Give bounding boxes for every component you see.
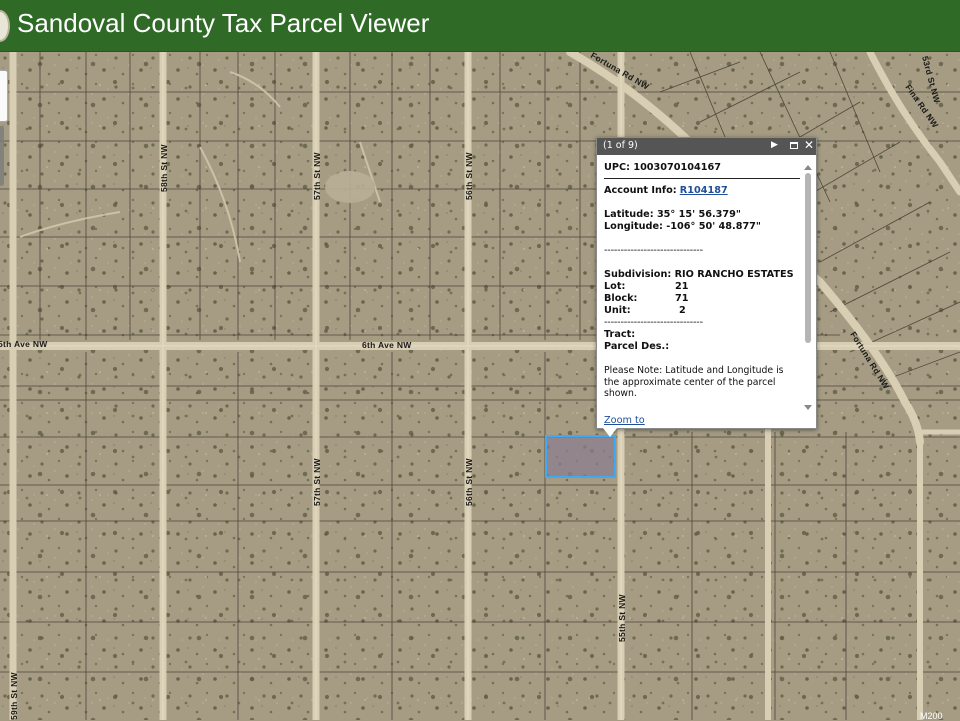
street-label-5th-ave: 5th Ave NW <box>0 339 48 349</box>
scroll-thumb[interactable] <box>805 173 811 343</box>
street-label-59th-st: 59th St NW <box>9 671 19 720</box>
street-label-55th-st: 55th St NW <box>617 593 627 642</box>
lot-label: Lot: <box>604 281 626 292</box>
account-link[interactable]: R104187 <box>680 185 728 196</box>
upc-text: UPC: 1003070104167 <box>604 162 800 179</box>
block-label: Block: <box>604 293 638 304</box>
scroll-up-icon[interactable] <box>804 165 812 170</box>
selected-parcel[interactable] <box>545 435 616 478</box>
street-label-6th-ave: 6th Ave NW <box>362 340 412 350</box>
account-label: Account Info: <box>604 185 677 196</box>
popup-content: UPC: 1003070104167 Account Info: R104187… <box>604 162 800 406</box>
subdivision-text: Subdivision: RIO RANCHO ESTATES <box>604 269 794 280</box>
close-icon[interactable]: ✕ <box>804 138 814 152</box>
app-header: Sandoval County Tax Parcel Viewer <box>0 0 960 52</box>
app-title: Sandoval County Tax Parcel Viewer <box>17 8 430 38</box>
block-value: 71 <box>675 293 689 304</box>
county-seal-logo <box>0 10 10 42</box>
note-text: Please Note: Latitude and Longitude is t… <box>604 365 784 400</box>
lot-value: 21 <box>675 281 689 292</box>
separator: ------------------------------ <box>604 317 703 328</box>
longitude-text: Longitude: -106° 50' 48.877" <box>604 221 761 232</box>
street-label-58th-st: 58th St NW <box>159 143 169 192</box>
next-feature-icon[interactable]: ▶ <box>771 140 778 150</box>
parcel-info-popup: (1 of 9) ▶ ✕ UPC: 1003070104167 Account … <box>596 137 817 429</box>
street-label-56th-st-lower: 56th St NW <box>464 457 474 506</box>
unit-label: Unit: <box>604 305 631 316</box>
popup-counter: (1 of 9) <box>603 140 638 151</box>
popup-scrollbar[interactable] <box>804 165 812 415</box>
zoom-to-link[interactable]: Zoom to <box>604 415 645 426</box>
map-nav-control[interactable] <box>0 126 4 186</box>
separator: ------------------------------ <box>604 245 703 256</box>
street-label-57th-st-lower: 57th St NW <box>312 457 322 506</box>
scroll-down-icon[interactable] <box>804 405 812 410</box>
latitude-text: Latitude: 35° 15' 56.379" <box>604 209 741 220</box>
street-label-56th-st-upper: 56th St NW <box>464 151 474 200</box>
popup-titlebar: (1 of 9) ▶ ✕ <box>597 138 816 155</box>
street-label-57th-st-upper: 57th St NW <box>312 151 322 200</box>
unit-value: 2 <box>679 305 686 316</box>
maximize-icon[interactable] <box>790 142 798 149</box>
zoom-control[interactable] <box>0 70 8 122</box>
parcel-des-label: Parcel Des.: <box>604 341 670 352</box>
tract-label: Tract: <box>604 329 636 340</box>
popup-pointer <box>603 428 617 437</box>
